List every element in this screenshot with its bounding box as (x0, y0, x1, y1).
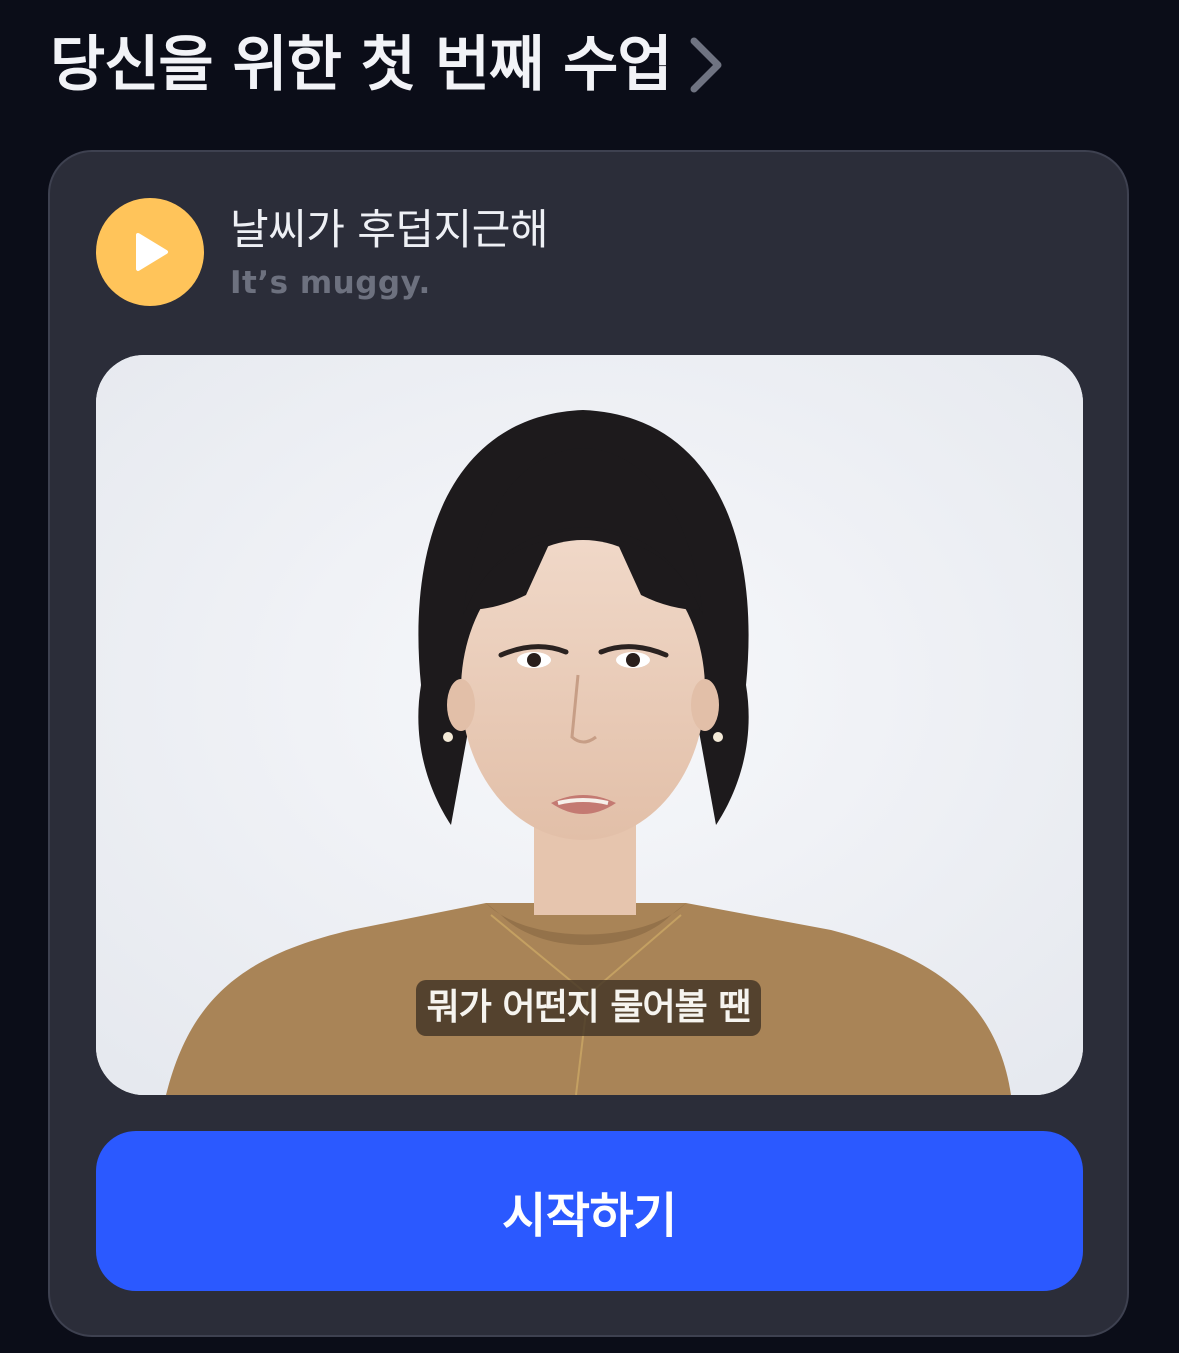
korean-phrase: 날씨가 후덥지근해 (230, 205, 548, 254)
page: 당신을 위한 첫 번째 수업 날씨가 후덥지근해 It’s muggy. 뭐가 … (0, 0, 1179, 1353)
start-lesson-button[interactable]: 시작하기 (96, 1131, 1083, 1291)
play-icon (136, 233, 168, 271)
lesson-card: 날씨가 후덥지근해 It’s muggy. 뭐가 어떤지 물어볼 땐 시작하기 (48, 150, 1129, 1337)
chevron-right-icon (686, 33, 726, 97)
phrase-row: 날씨가 후덥지근해 It’s muggy. (96, 198, 548, 308)
section-header[interactable]: 당신을 위한 첫 번째 수업 (50, 20, 726, 110)
english-translation: It’s muggy. (230, 265, 431, 301)
section-title: 당신을 위한 첫 번째 수업 (50, 30, 673, 100)
play-audio-button[interactable] (96, 198, 204, 306)
lesson-video[interactable]: 뭐가 어떤지 물어볼 땐 (96, 355, 1083, 1095)
phrase-text: 날씨가 후덥지근해 It’s muggy. (230, 202, 548, 308)
video-subtitle: 뭐가 어떤지 물어볼 땐 (416, 980, 761, 1036)
